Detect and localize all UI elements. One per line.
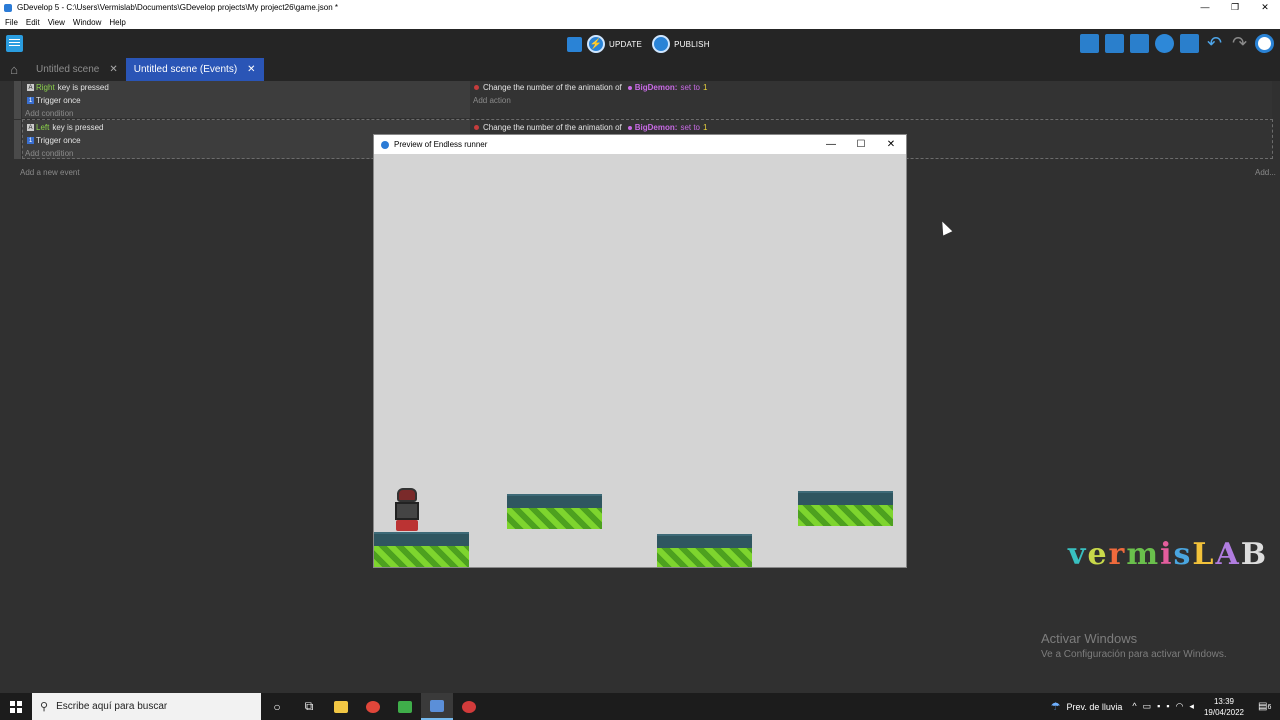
windows-icon (10, 700, 22, 713)
action-change-animation[interactable]: Change the number of the animation of Bi… (474, 83, 707, 92)
add-comment-icon[interactable] (1130, 34, 1149, 53)
add-event-icon[interactable] (1080, 34, 1099, 53)
object-icon (627, 85, 632, 90)
tab-scene[interactable]: Untitled scene ✕ (28, 58, 126, 81)
update-button[interactable]: UPDATE (609, 40, 642, 49)
add-condition-link[interactable]: Add condition (25, 109, 73, 118)
platform (798, 491, 893, 526)
logo-letter: L (1192, 537, 1216, 572)
condition-key-pressed[interactable]: A Right key is pressed (27, 83, 109, 92)
add-new-event-link[interactable]: Add a new event (20, 168, 80, 177)
window-title: GDevelop 5 - C:\Users\Vermislab\Document… (17, 3, 339, 12)
logo-letter: v (1068, 537, 1088, 572)
add-more-link[interactable]: Add... (1255, 168, 1276, 177)
preview-app-icon (381, 140, 389, 149)
condition-trigger-once[interactable]: 1 Trigger once (27, 96, 81, 105)
window-titlebar: GDevelop 5 - C:\Users\Vermislab\Document… (0, 0, 1280, 15)
chevron-up-icon[interactable]: ^ (1132, 701, 1136, 712)
taskbar: ⚲ Escribe aquí para buscar ○ ⧉ ☂ Prev. d… (0, 693, 1280, 720)
event-drag-handle[interactable] (14, 81, 21, 119)
menu-help[interactable]: Help (109, 18, 125, 27)
animation-icon (474, 85, 479, 90)
tab-label: Untitled scene (36, 64, 100, 75)
network-icon[interactable]: ▭ (1143, 701, 1152, 712)
preview-titlebar: Preview of Endless runner — ☐ ✕ (374, 135, 906, 154)
logo-letter: r (1108, 537, 1127, 572)
wifi-icon[interactable]: ◠ (1176, 701, 1184, 712)
publish-button[interactable]: PUBLISH (674, 40, 710, 49)
notification-center-icon[interactable]: ▤6 (1258, 701, 1274, 712)
add-action-link[interactable]: Add action (473, 96, 511, 105)
logo-letter: A (1215, 537, 1241, 572)
undo-icon[interactable]: ↶ (1205, 34, 1224, 53)
redo-icon[interactable]: ↷ (1230, 34, 1249, 53)
delete-icon[interactable] (1180, 34, 1199, 53)
home-icon[interactable]: ⌂ (0, 58, 28, 81)
main-toolbar: ⚡ UPDATE PUBLISH ↶ ↷ (0, 29, 1280, 58)
publish-icon[interactable] (652, 35, 671, 53)
debug-icon[interactable] (567, 36, 582, 52)
maximize-button[interactable]: ❐ (1220, 0, 1250, 15)
tab-bar: ⌂ Untitled scene ✕ Untitled scene (Event… (0, 58, 1280, 81)
bigdemon-sprite (392, 488, 422, 531)
preview-close-button[interactable]: ✕ (876, 139, 906, 150)
task-view-icon[interactable]: ⧉ (293, 693, 325, 720)
menu-edit[interactable]: Edit (26, 18, 40, 27)
app-tray-icon[interactable]: ▪ (1157, 701, 1160, 712)
chrome-icon[interactable] (357, 693, 389, 720)
tab-label: Untitled scene (Events) (133, 64, 238, 75)
tray-app-icon[interactable]: ▪ (1166, 701, 1169, 712)
trigger-once-icon: 1 (27, 97, 34, 104)
cortana-icon[interactable]: ○ (261, 693, 293, 720)
preview-window[interactable]: Preview of Endless runner — ☐ ✕ (373, 134, 907, 568)
umbrella-icon: ☂ (1050, 701, 1061, 713)
platform (374, 532, 469, 567)
activate-windows-watermark: Activar Windows Ve a Configuración para … (1041, 631, 1227, 660)
add-other-icon[interactable] (1155, 34, 1174, 53)
preview-title: Preview of Endless runner (394, 140, 488, 149)
logo-letter: i (1160, 537, 1174, 572)
close-button[interactable]: ✕ (1250, 0, 1280, 15)
tab-scene-events[interactable]: Untitled scene (Events) ✕ (125, 58, 264, 81)
search-events-icon[interactable] (1255, 34, 1274, 53)
keyboard-icon: A (27, 84, 34, 91)
menubar: File Edit View Window Help (0, 15, 1280, 29)
spreadsheet-app-icon[interactable] (389, 693, 421, 720)
tab-close-icon[interactable]: ✕ (109, 64, 117, 75)
logo-letter: m (1126, 537, 1161, 572)
start-button[interactable] (0, 693, 32, 720)
platform (657, 534, 752, 567)
gdevelop-taskbar-icon[interactable] (421, 693, 453, 720)
logo-letter: s (1173, 537, 1193, 572)
vermislab-logo: vermisLAB (1068, 537, 1266, 582)
system-tray: ☂ Prev. de lluvia ^ ▭ ▪ ▪ ◠ ◂ 13:39 19/0… (1051, 693, 1280, 720)
weather-widget[interactable]: ☂ Prev. de lluvia (1051, 700, 1123, 713)
project-manager-icon[interactable] (6, 35, 23, 52)
game-canvas[interactable] (374, 154, 906, 567)
menu-window[interactable]: Window (73, 18, 101, 27)
volume-icon[interactable]: ◂ (1189, 701, 1194, 712)
menu-file[interactable]: File (5, 18, 18, 27)
preview-maximize-button[interactable]: ☐ (846, 139, 876, 150)
event-drag-handle[interactable] (14, 120, 21, 159)
tab-close-icon[interactable]: ✕ (247, 64, 255, 75)
recorder-icon[interactable] (453, 693, 485, 720)
logo-letter: e (1087, 537, 1109, 572)
add-subevent-icon[interactable] (1105, 34, 1124, 53)
platform (507, 494, 602, 529)
search-icon: ⚲ (40, 701, 49, 713)
clock[interactable]: 13:39 19/04/2022 (1204, 696, 1244, 718)
update-icon[interactable]: ⚡ (587, 35, 605, 53)
event-row[interactable]: A Right key is pressed 1 Trigger once Ad… (22, 81, 1272, 118)
file-explorer-icon[interactable] (325, 693, 357, 720)
taskbar-search[interactable]: ⚲ Escribe aquí para buscar (32, 693, 261, 720)
preview-minimize-button[interactable]: — (816, 139, 846, 150)
logo-letter: B (1240, 537, 1269, 572)
gdevelop-app-icon (4, 3, 12, 12)
menu-view[interactable]: View (48, 18, 65, 27)
minimize-button[interactable]: — (1190, 0, 1220, 15)
